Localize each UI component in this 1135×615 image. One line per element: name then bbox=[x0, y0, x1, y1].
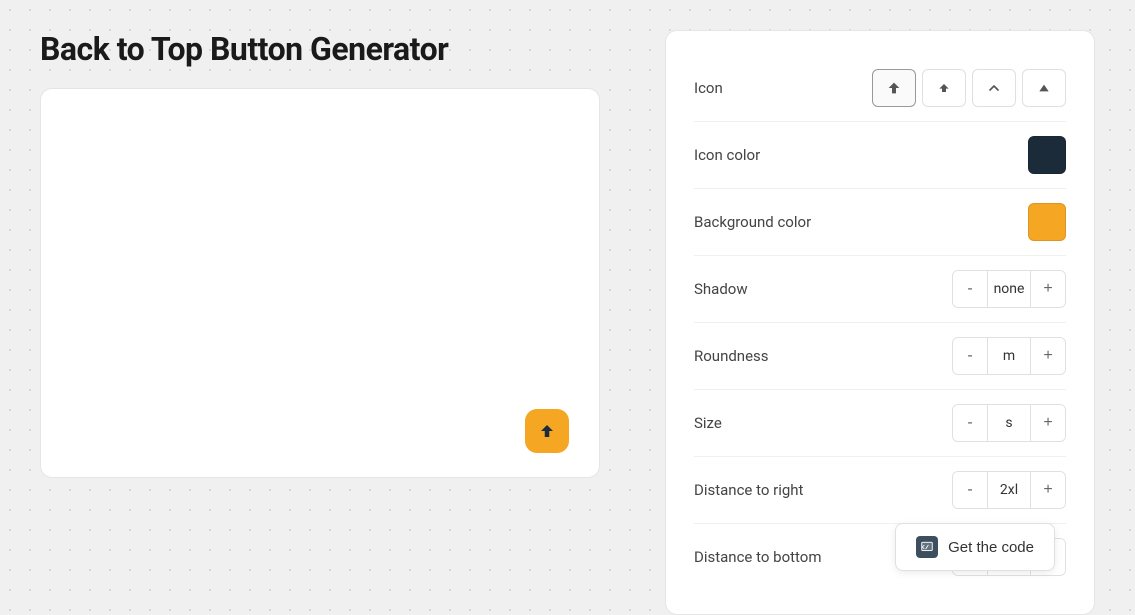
distance-right-plus-btn[interactable]: + bbox=[1031, 472, 1065, 508]
page-title: Back to Top Button Generator bbox=[40, 30, 625, 68]
icon-option-4[interactable] bbox=[1022, 69, 1066, 107]
shadow-stepper: - none + bbox=[952, 270, 1066, 308]
bg-color-right bbox=[1028, 203, 1066, 241]
distance-right-minus-btn[interactable]: - bbox=[953, 472, 987, 508]
bg-color-control-row: Background color bbox=[694, 189, 1066, 256]
distance-right-control-row: Distance to right - 2xl + bbox=[694, 457, 1066, 524]
icon-color-label: Icon color bbox=[694, 146, 760, 164]
code-icon bbox=[916, 536, 938, 558]
icon-option-3[interactable] bbox=[972, 69, 1016, 107]
icon-option-1[interactable] bbox=[872, 69, 916, 107]
code-symbol-icon bbox=[920, 540, 934, 554]
shadow-minus-btn[interactable]: - bbox=[953, 271, 987, 307]
back-to-top-button[interactable] bbox=[525, 409, 569, 453]
size-value: s bbox=[987, 405, 1031, 441]
roundness-label: Roundness bbox=[694, 347, 769, 365]
get-code-container: Get the code bbox=[895, 523, 1055, 571]
bg-color-label: Background color bbox=[694, 213, 811, 231]
icon-option-2[interactable] bbox=[922, 69, 966, 107]
distance-right-value: 2xl bbox=[987, 472, 1031, 508]
roundness-control-row: Roundness - m + bbox=[694, 323, 1066, 390]
shadow-label: Shadow bbox=[694, 280, 748, 298]
size-minus-btn[interactable]: - bbox=[953, 405, 987, 441]
distance-right-label: Distance to right bbox=[694, 481, 803, 499]
size-control-row: Size - s + bbox=[694, 390, 1066, 457]
shadow-value: none bbox=[987, 271, 1031, 307]
size-stepper: - s + bbox=[952, 404, 1066, 442]
roundness-minus-btn[interactable]: - bbox=[953, 338, 987, 374]
shadow-control-row: Shadow - none + bbox=[694, 256, 1066, 323]
preview-box bbox=[40, 88, 600, 478]
distance-right-stepper: - 2xl + bbox=[952, 471, 1066, 509]
roundness-plus-btn[interactable]: + bbox=[1031, 338, 1065, 374]
get-code-label: Get the code bbox=[948, 539, 1034, 556]
icon-label: Icon bbox=[694, 79, 723, 97]
roundness-value: m bbox=[987, 338, 1031, 374]
shadow-plus-btn[interactable]: + bbox=[1031, 271, 1065, 307]
icon-color-control-row: Icon color bbox=[694, 122, 1066, 189]
size-plus-btn[interactable]: + bbox=[1031, 405, 1065, 441]
size-label: Size bbox=[694, 414, 722, 432]
distance-bottom-label: Distance to bottom bbox=[694, 548, 822, 566]
arrow-up-icon bbox=[538, 422, 556, 440]
left-panel: Back to Top Button Generator bbox=[40, 30, 625, 478]
icon-selector bbox=[872, 69, 1066, 107]
get-code-button[interactable]: Get the code bbox=[895, 523, 1055, 571]
icon-color-swatch[interactable] bbox=[1028, 136, 1066, 174]
icon-color-right bbox=[1028, 136, 1066, 174]
roundness-stepper: - m + bbox=[952, 337, 1066, 375]
bg-color-swatch[interactable] bbox=[1028, 203, 1066, 241]
icon-control-row: Icon bbox=[694, 55, 1066, 122]
